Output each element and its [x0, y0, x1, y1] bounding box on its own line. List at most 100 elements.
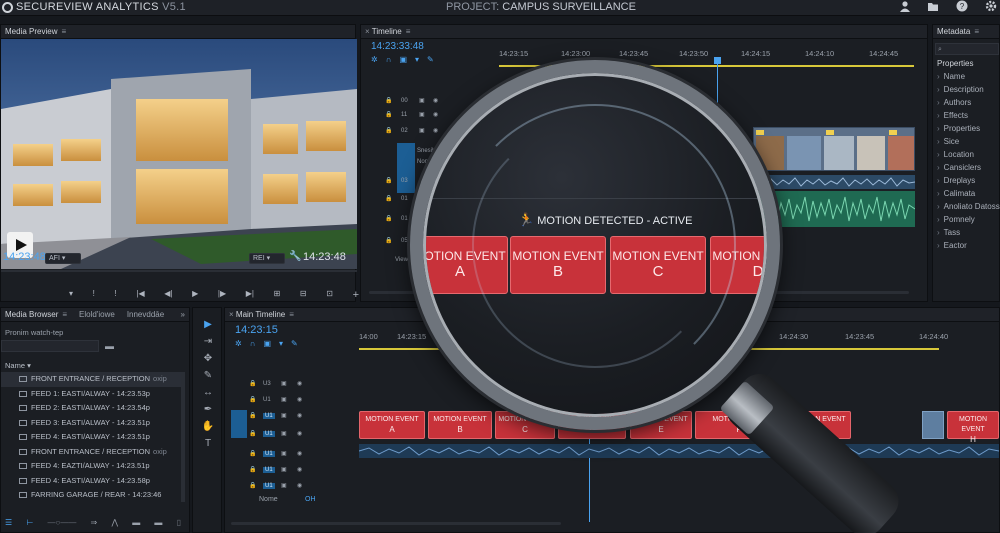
trash-icon[interactable]: ▯ [177, 518, 181, 527]
zoom-slider[interactable]: —○—— [48, 518, 77, 527]
metadata-item[interactable]: › Calimata [933, 187, 1000, 200]
lock-icon[interactable]: 🔒 [385, 237, 392, 244]
film-icon[interactable]: ▣ [419, 111, 425, 118]
overwrite-icon[interactable]: ⊟ [300, 289, 307, 301]
icon-view-icon[interactable]: ⊢ [26, 518, 33, 527]
panel-menu-icon[interactable]: ≡ [406, 27, 411, 36]
column-name-header[interactable]: Name ▾ [5, 361, 31, 370]
step-forward-icon[interactable]: |▶ [218, 289, 226, 301]
metadata-item[interactable]: › Dreplays [933, 174, 1000, 187]
user-icon[interactable] [898, 0, 912, 14]
audio-clip[interactable] [752, 175, 916, 189]
folder-icon[interactable] [926, 0, 940, 14]
insert-icon[interactable]: ⊞ [274, 289, 281, 301]
automate-icon[interactable]: ⋀ [111, 518, 118, 527]
main-audio-track[interactable] [358, 444, 1000, 458]
panel-menu-icon[interactable]: ≡ [62, 310, 67, 319]
browser-search-input[interactable] [1, 340, 99, 352]
list-view-icon[interactable]: ☰ [5, 518, 12, 527]
timeline-ruler[interactable]: 14:23:15 14:23:00 14:23:45 14:23:50 14:24:15… [499, 49, 919, 61]
lock-icon[interactable]: 🔒 [385, 195, 392, 202]
main-scrollbar[interactable] [231, 522, 561, 525]
metadata-item[interactable]: › Effects [933, 109, 1000, 122]
go-start-icon[interactable]: |◀ [136, 289, 144, 301]
tab-third[interactable]: Innevddāe [127, 308, 164, 321]
slip-icon[interactable]: ↔ [193, 384, 223, 401]
dropdown-value: AFI [49, 255, 60, 262]
step-back-icon[interactable]: ◀| [164, 289, 172, 301]
export-icon[interactable]: ⊡ [326, 289, 333, 301]
preview-scrubber[interactable] [1, 270, 357, 272]
file-list-item[interactable]: FEED 1: EASTI/ALWAY - 14:23.53p [1, 387, 183, 402]
metadata-item[interactable]: › Description [933, 83, 1000, 96]
motion-event-clip[interactable]: MOTION EVENT A [359, 411, 425, 439]
timeline-tool-icons[interactable]: ✲∩▣▾✎ [371, 55, 442, 64]
lock-icon[interactable]: 🔒 [385, 127, 392, 134]
file-list-item[interactable]: FRONT ENTRANCE / RECEPTION oxip [1, 372, 183, 387]
pen-icon[interactable]: ✒ [193, 401, 223, 418]
file-list-item[interactable]: FEED 3: EASTI/ALWAY - 14:23.51p [1, 416, 183, 431]
type-icon[interactable]: T [193, 435, 223, 452]
new-bin-icon[interactable]: ▬ [132, 518, 140, 527]
go-end-icon[interactable]: ▶| [246, 289, 254, 301]
help-icon[interactable]: ? [955, 0, 969, 14]
mark-in-icon[interactable]: ! [93, 289, 95, 301]
hand-icon[interactable]: ✋ [193, 418, 223, 435]
lock-icon[interactable]: 🔒 [385, 111, 392, 118]
video-clip[interactable] [753, 127, 915, 171]
expand-icon[interactable]: » [181, 308, 185, 321]
metadata-item[interactable]: › Anoliato Datoss [933, 200, 1000, 213]
motion-event-clip[interactable]: MOTION EVENT B [428, 411, 492, 439]
file-list-item[interactable]: FEED 2: EASTI/ALWAY - 14:23.54p [1, 401, 183, 416]
browser-scrollbar[interactable] [181, 372, 185, 502]
lock-icon[interactable]: 🔒 [385, 177, 392, 184]
playhead-handle[interactable] [714, 57, 721, 64]
add-icon[interactable]: + [353, 289, 359, 301]
tab-media-browser[interactable]: Media Browser ≡ [5, 308, 67, 321]
razor-icon[interactable]: ✎ [193, 367, 223, 384]
sort-icon[interactable]: ⇒ [91, 518, 98, 527]
metadata-item[interactable]: › Properties [933, 122, 1000, 135]
file-list-item[interactable]: FARRING GARAGE / REAR - 14:23:46 [1, 488, 183, 503]
metadata-item-label: Name [943, 72, 966, 81]
film-icon[interactable]: ▣ [419, 97, 425, 104]
metadata-search-input[interactable]: ⌕ [935, 43, 999, 55]
preview-quality-dropdown[interactable]: AFI ▾ [45, 253, 81, 264]
metadata-item[interactable]: › Authors [933, 96, 1000, 109]
file-list-item[interactable]: FEED 4: EASTI/ALWAY - 14:23.58p [1, 474, 183, 489]
track-select-icon[interactable]: ⇥ [193, 333, 223, 350]
metadata-item[interactable]: › Eactor [933, 239, 1000, 252]
panel-menu-icon[interactable]: ≡ [974, 27, 979, 36]
mark-out-icon[interactable]: ! [115, 289, 117, 301]
play-icon[interactable]: ▶ [192, 289, 198, 301]
file-list-item[interactable]: FRONT ENTRANCE / RECEPTION oxip [1, 445, 183, 460]
column-name-label: Name [5, 361, 26, 370]
metadata-item[interactable]: › Name [933, 70, 1000, 83]
new-item-icon[interactable]: ▬ [154, 518, 162, 527]
close-icon[interactable]: × [365, 27, 372, 36]
metadata-item[interactable]: › Pomnely [933, 213, 1000, 226]
file-list-item[interactable]: FEED 4: EAZTI/ALWAY - 14:23.51p [1, 459, 183, 474]
film-icon[interactable]: ▣ [419, 127, 425, 134]
metadata-item[interactable]: › Sice [933, 135, 1000, 148]
wrench-icon[interactable]: 🔧 [289, 251, 301, 262]
panel-menu-icon[interactable]: ≡ [61, 27, 66, 36]
tab-second[interactable]: Elold'iowe [79, 308, 115, 321]
ripple-edit-icon[interactable]: ✥ [193, 350, 223, 367]
track-label: 05 [401, 238, 408, 244]
metadata-item[interactable]: › Cansiclers [933, 161, 1000, 174]
ruler-tick-label: 14:24:10 [805, 49, 835, 58]
preview-resolution-dropdown[interactable]: REI ▾ [249, 253, 285, 264]
metadata-item[interactable]: › Tass [933, 226, 1000, 239]
thumbnail-clip[interactable] [922, 411, 944, 439]
folder-icon[interactable]: ▬ [105, 341, 114, 351]
metadata-item[interactable]: › Location [933, 148, 1000, 161]
motion-event-clip[interactable]: MOTION EVENT H [947, 411, 999, 444]
chevron-right-icon: › [937, 228, 940, 237]
file-list-item[interactable]: FEED 4: EASTI/ALWAY - 14:23.51p [1, 430, 183, 445]
selection-tool-icon[interactable]: ▶ [193, 316, 223, 333]
lock-icon[interactable]: 🔒 [385, 97, 392, 104]
marker-icon[interactable]: ▾ [69, 289, 73, 301]
lock-icon[interactable]: 🔒 [385, 215, 392, 222]
gear-icon[interactable] [984, 0, 998, 14]
